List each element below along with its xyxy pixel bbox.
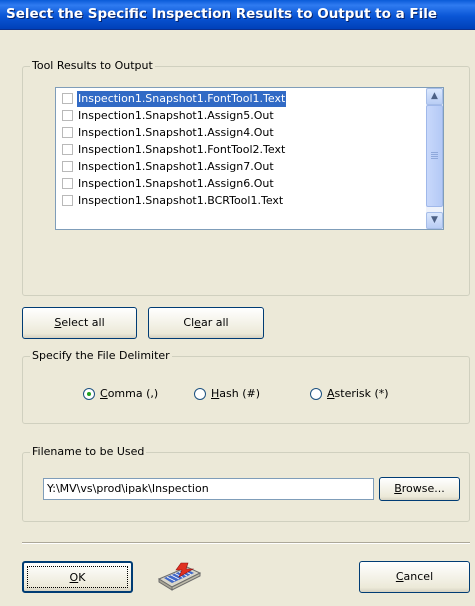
radio-label: Comma (,) bbox=[100, 387, 158, 401]
list-item[interactable]: Inspection1.Snapshot1.Assign7.Out bbox=[60, 159, 424, 175]
list-item[interactable]: Inspection1.Snapshot1.Assign5.Out bbox=[60, 108, 424, 124]
list-item[interactable]: Inspection1.Snapshot1.FontTool2.Text bbox=[60, 142, 424, 158]
clear-all-accel: e bbox=[194, 316, 201, 329]
list-item[interactable]: Inspection1.Snapshot1.Assign6.Out bbox=[60, 176, 424, 192]
list-item-label: Inspection1.Snapshot1.Assign5.Out bbox=[78, 109, 274, 122]
radio-button[interactable] bbox=[310, 388, 322, 400]
radio-label: Asterisk (*) bbox=[327, 387, 389, 401]
chevron-up-icon: ▲ bbox=[431, 91, 438, 101]
radio-accel: C bbox=[100, 387, 108, 400]
list-item[interactable]: Inspection1.Snapshot1.Assign4.Out bbox=[60, 125, 424, 141]
bottom-separator bbox=[22, 542, 470, 544]
filename-value: Y:\MV\vs\prod\ipak\Inspection bbox=[47, 482, 209, 495]
radio-label-rest: omma (,) bbox=[107, 387, 159, 400]
list-item[interactable]: Inspection1.Snapshot1.FontTool1.Text bbox=[60, 91, 424, 107]
tool-results-list[interactable]: Inspection1.Snapshot1.FontTool1.Text Ins… bbox=[55, 87, 444, 230]
item-checkbox[interactable] bbox=[62, 144, 73, 155]
select-all-button[interactable]: Select all bbox=[22, 307, 137, 339]
select-all-label: elect all bbox=[61, 316, 105, 329]
title-bar[interactable]: Select the Specific Inspection Results t… bbox=[0, 0, 475, 30]
clear-all-label: ar all bbox=[200, 316, 229, 329]
item-checkbox[interactable] bbox=[62, 93, 73, 104]
browse-button[interactable]: Browse... bbox=[379, 477, 460, 501]
list-item-label: Inspection1.Snapshot1.Assign7.Out bbox=[78, 160, 274, 173]
grip-line bbox=[431, 152, 438, 153]
radio-button[interactable] bbox=[83, 388, 95, 400]
browse-accel: B bbox=[394, 482, 402, 495]
radio-selected-dot bbox=[87, 392, 91, 396]
radio-label: Hash (#) bbox=[211, 387, 260, 401]
grip-line bbox=[431, 158, 438, 159]
list-item-label: Inspection1.Snapshot1.BCRTool1.Text bbox=[78, 194, 284, 207]
grip-line bbox=[431, 154, 438, 155]
delimiter-legend: Specify the File Delimiter bbox=[30, 349, 172, 362]
filename-field[interactable]: Y:\MV\vs\prod\ipak\Inspection bbox=[43, 478, 374, 500]
item-checkbox[interactable] bbox=[62, 178, 73, 189]
cancel-accel: C bbox=[395, 570, 404, 583]
radio-label-rest: sterisk (*) bbox=[334, 387, 389, 400]
cancel-label: ancel bbox=[403, 570, 434, 583]
window-title: Select the Specific Inspection Results t… bbox=[6, 6, 438, 22]
focus-rectangle bbox=[27, 566, 128, 588]
scroll-up-button[interactable]: ▲ bbox=[426, 88, 443, 105]
ok-button[interactable]: OK bbox=[22, 561, 133, 593]
keyboard-button[interactable] bbox=[157, 561, 202, 593]
list-item-label: Inspection1.Snapshot1.Assign4.Out bbox=[78, 126, 274, 139]
item-checkbox[interactable] bbox=[62, 161, 73, 172]
scroll-thumb[interactable] bbox=[426, 105, 443, 207]
item-checkbox[interactable] bbox=[62, 195, 73, 206]
radio-button[interactable] bbox=[194, 388, 206, 400]
grip-line bbox=[431, 156, 438, 157]
clear-all-button[interactable]: Clear all bbox=[148, 307, 264, 339]
filename-legend: Filename to be Used bbox=[30, 445, 147, 458]
tool-results-legend: Tool Results to Output bbox=[30, 59, 155, 72]
item-checkbox[interactable] bbox=[62, 110, 73, 121]
browse-label: rowse... bbox=[401, 482, 445, 495]
radio-accel: A bbox=[327, 387, 335, 400]
clear-all-label-pre: Cl bbox=[183, 316, 195, 329]
keyboard-icon bbox=[157, 562, 202, 591]
item-checkbox[interactable] bbox=[62, 127, 73, 138]
list-item-label: Inspection1.Snapshot1.FontTool1.Text bbox=[77, 91, 287, 107]
list-item-label: Inspection1.Snapshot1.FontTool2.Text bbox=[78, 143, 286, 156]
list-item-label: Inspection1.Snapshot1.Assign6.Out bbox=[78, 177, 274, 190]
list-scrollbar[interactable]: ▲ ▼ bbox=[426, 88, 443, 229]
radio-label-rest: ash (#) bbox=[219, 387, 261, 400]
cancel-button[interactable]: Cancel bbox=[359, 561, 470, 593]
scroll-down-button[interactable]: ▼ bbox=[426, 212, 443, 229]
list-item[interactable]: Inspection1.Snapshot1.BCRTool1.Text bbox=[60, 193, 424, 209]
chevron-down-icon: ▼ bbox=[431, 215, 438, 225]
